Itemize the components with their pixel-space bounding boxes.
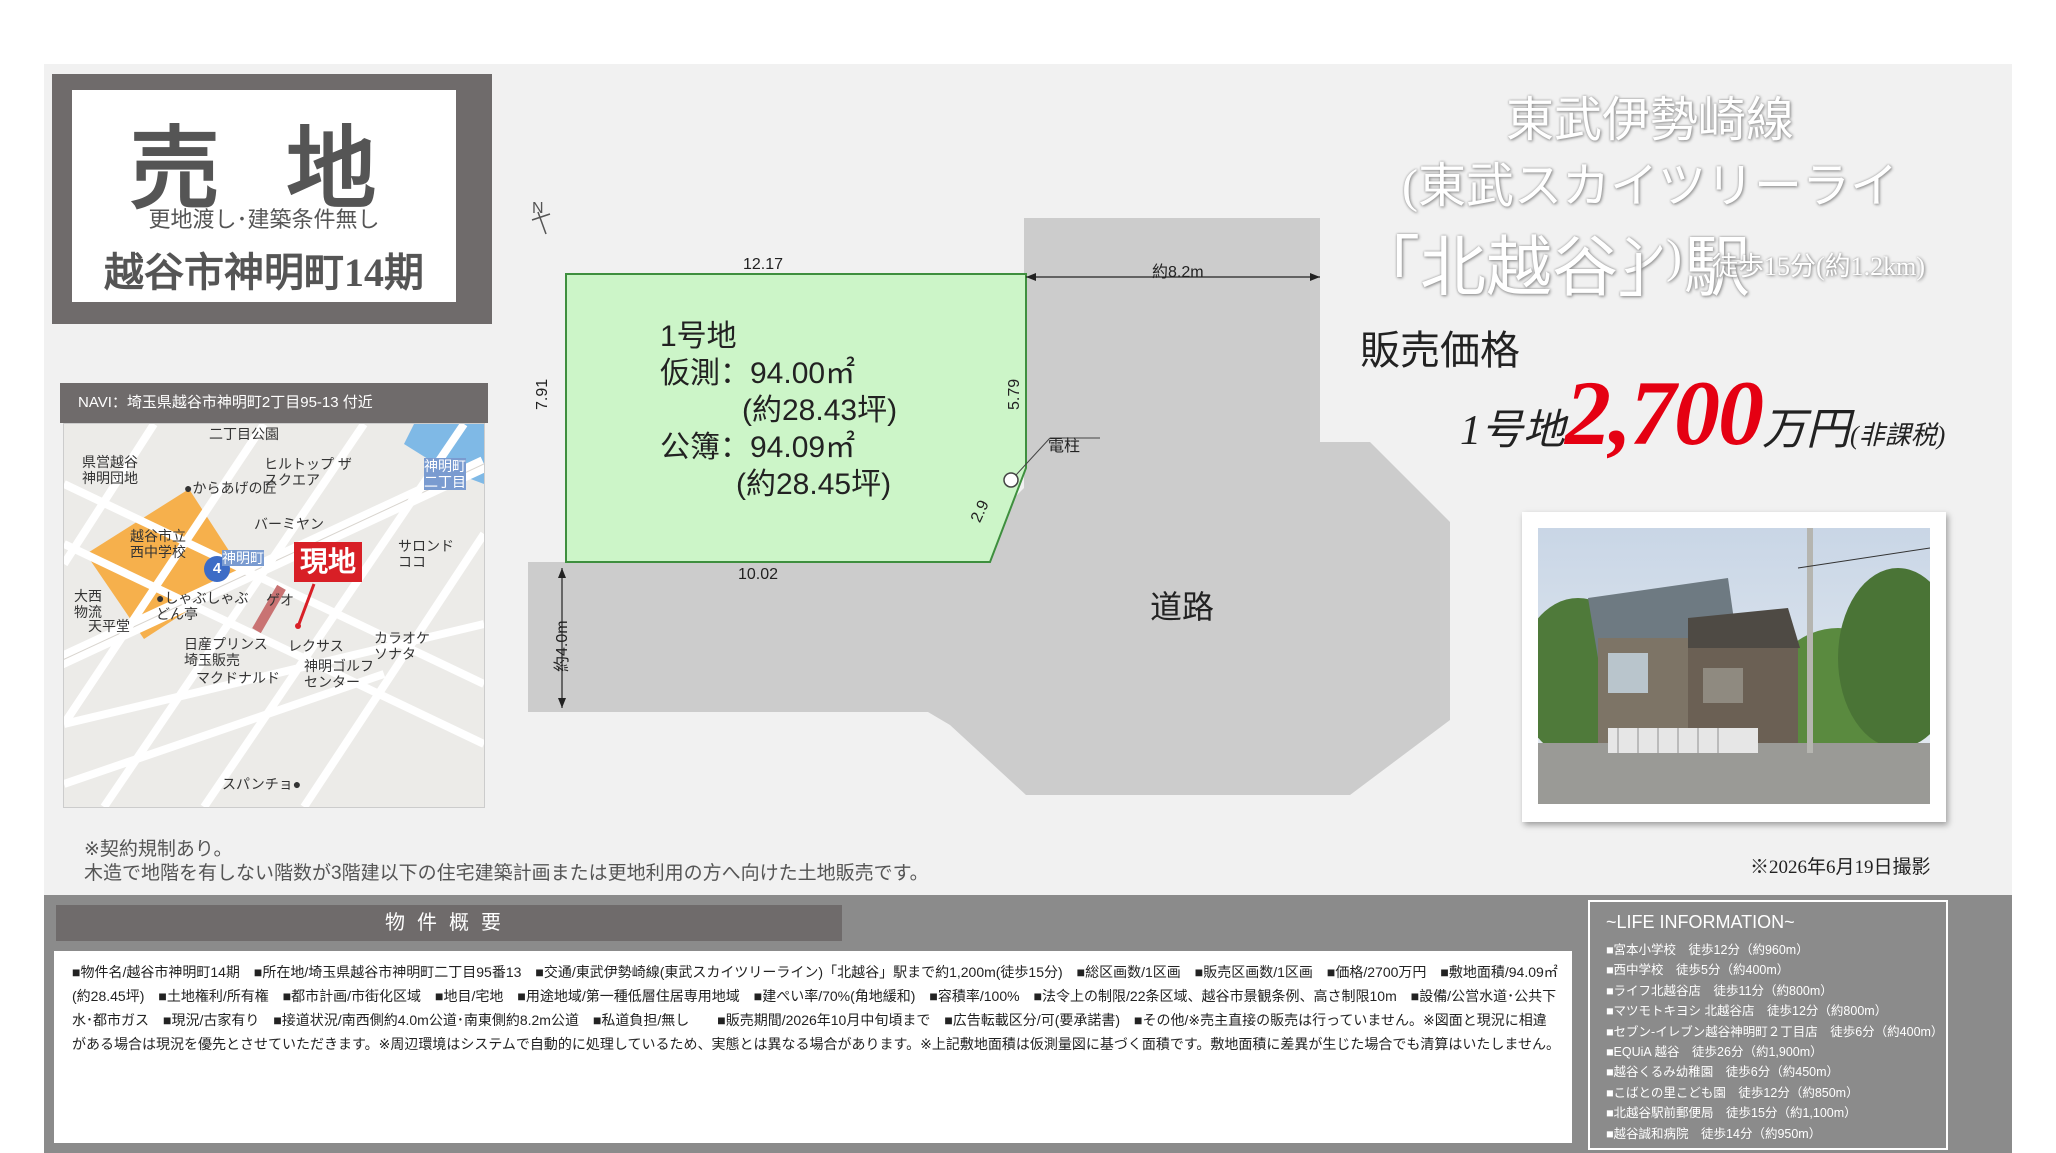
station-name: 「北越谷」駅 — [1354, 232, 1750, 305]
map-label-shabushabu: ●しゃぶしゃぶ どん亭 — [156, 590, 249, 622]
lot-info: 1号地 仮測：94.00㎡ (約28.43坪) 公簿：94.09㎡ (約28.4… — [660, 318, 897, 503]
title-card: 売 地 更地渡し･建築条件無し 越谷市神明町14期 — [72, 90, 456, 302]
utility-pole-icon — [1003, 472, 1019, 488]
contract-note: ※契約規制あり。 — [84, 839, 233, 860]
list-item: ■セブン-イレブン越谷神明町２丁目店 徒歩6分（約400m） — [1606, 1024, 1944, 1039]
walk-time: 徒歩15分(約1.2km) — [1712, 252, 1926, 281]
map-label-geo: ゲオ — [266, 592, 294, 608]
map-label-hilltop: ヒルトップ ザ スクエア — [264, 456, 352, 488]
life-info-title: ~LIFE INFORMATION~ — [1606, 912, 1795, 932]
list-item: ■越谷くるみ幼稚園 徒歩6分（約450m） — [1606, 1065, 1840, 1080]
map-label-karaage: ●からあげの匠 — [184, 480, 277, 496]
map-label-salon: サロンド ココ — [398, 538, 454, 570]
summary-text: ■物件名/越谷市神明町14期 ■所在地/埼玉県越谷市神明町二丁目95番13 ■交… — [72, 964, 1560, 1052]
summary-title: 物件概要 — [56, 905, 842, 941]
lot-name: 1号地 — [660, 320, 737, 353]
road-label: 道路 — [1150, 589, 1215, 625]
list-item: ■EQUiA 越谷 徒歩26分（約1,900m） — [1606, 1045, 1823, 1060]
lot-survey-area: 仮測：94.00㎡ — [660, 357, 856, 390]
property-photo[interactable] — [1538, 528, 1930, 804]
photo-caption: ※2026年6月19日撮影 — [1750, 857, 1931, 878]
property-name: 越谷市神明町14期 — [104, 250, 424, 295]
list-item: ■ライフ北越谷店 徒歩11分（約800m） — [1606, 983, 1833, 998]
map-label-tenpei: 天平堂 — [88, 618, 130, 634]
map-label-karaoke: カラオケ ソナタ — [374, 630, 430, 662]
north-label: N — [532, 200, 544, 217]
map-label-mcdonalds: マクドナルド — [196, 670, 280, 686]
lot-registry-area: 公簿：94.09㎡ — [660, 431, 856, 464]
lot-survey-tsubo: (約28.43坪) — [742, 394, 898, 427]
map-header: NAVI：埼玉県越谷市神明町2丁目95-13 付近 — [60, 383, 488, 423]
price-unit: 万円 — [1762, 405, 1851, 454]
map-label-school: 越谷市立 西中学校 — [130, 528, 186, 560]
map-label-onishi: 大西 物流 — [74, 588, 102, 620]
sale-note: 木造で地階を有しない階数が3階建以下の住宅建築計画または更地利用の方へ向けた土地… — [84, 863, 929, 884]
dimension-top: 12.17 — [743, 256, 784, 273]
price-lot: 1号地 — [1460, 408, 1566, 454]
area-map[interactable]: 現地 4 二丁目公園 県営越谷 神明団地 ●からあげの匠 ヒルトップ ザ スクエ… — [63, 423, 485, 808]
map-label-lexus: レクサス — [288, 638, 344, 654]
map-label-golf: 神明ゴルフ センター — [304, 658, 374, 690]
train-line: 東武伊勢崎線 — [1505, 94, 1794, 147]
price-value: 2,700 — [1565, 362, 1764, 464]
price-row: 1号地2,700万円(非課税) — [1460, 360, 1945, 466]
map-label-nissan: 日産プリンス 埼玉販売 — [184, 636, 268, 668]
house-image — [1538, 528, 1930, 804]
map-label-park: 二丁目公園 — [209, 426, 279, 442]
map-label-barmiyan: バーミヤン — [254, 516, 324, 532]
map-label-shinmei: 神明町 — [222, 550, 264, 566]
dimension-road-side: 約4.0m — [554, 620, 571, 672]
dimension-road-width: 約8.2m — [1152, 264, 1204, 281]
life-info-list: ■宮本小学校 徒歩12分（約960m） ■西中学校 徒歩5分（約400m） ■ラ… — [1606, 940, 1943, 1144]
map-label-spancho: スパンチョ● — [222, 776, 302, 792]
map-label-housing: 県営越谷 神明団地 — [82, 454, 138, 486]
list-item: ■越谷誠和病院 徒歩14分（約950m） — [1606, 1126, 1822, 1141]
dimension-bottom: 10.02 — [738, 566, 779, 583]
list-item: ■北越谷駅前郵便局 徒歩15分（約1,100m） — [1606, 1106, 1857, 1121]
site-marker[interactable]: 現地 — [294, 542, 363, 582]
dimension-right: 5.79 — [1006, 378, 1023, 410]
lot-registry-tsubo: (約28.45坪) — [736, 468, 892, 501]
title-subtitle: 更地渡し･建築条件無し — [148, 207, 380, 232]
list-item: ■こばとの里こども園 徒歩12分（約850m） — [1606, 1085, 1859, 1100]
list-item: ■マツモトキヨシ 北越谷店 徒歩12分（約800m） — [1606, 1004, 1888, 1019]
utility-pole-label: 電柱 — [1048, 438, 1081, 455]
price-tax-note: (非課税) — [1850, 421, 1946, 450]
list-item: ■宮本小学校 徒歩12分（約960m） — [1606, 943, 1809, 957]
dimension-left: 7.91 — [534, 378, 551, 410]
list-item: ■西中学校 徒歩5分（約400m） — [1606, 963, 1790, 978]
map-label-shinmei2: 神明町 二丁目 — [424, 458, 466, 490]
